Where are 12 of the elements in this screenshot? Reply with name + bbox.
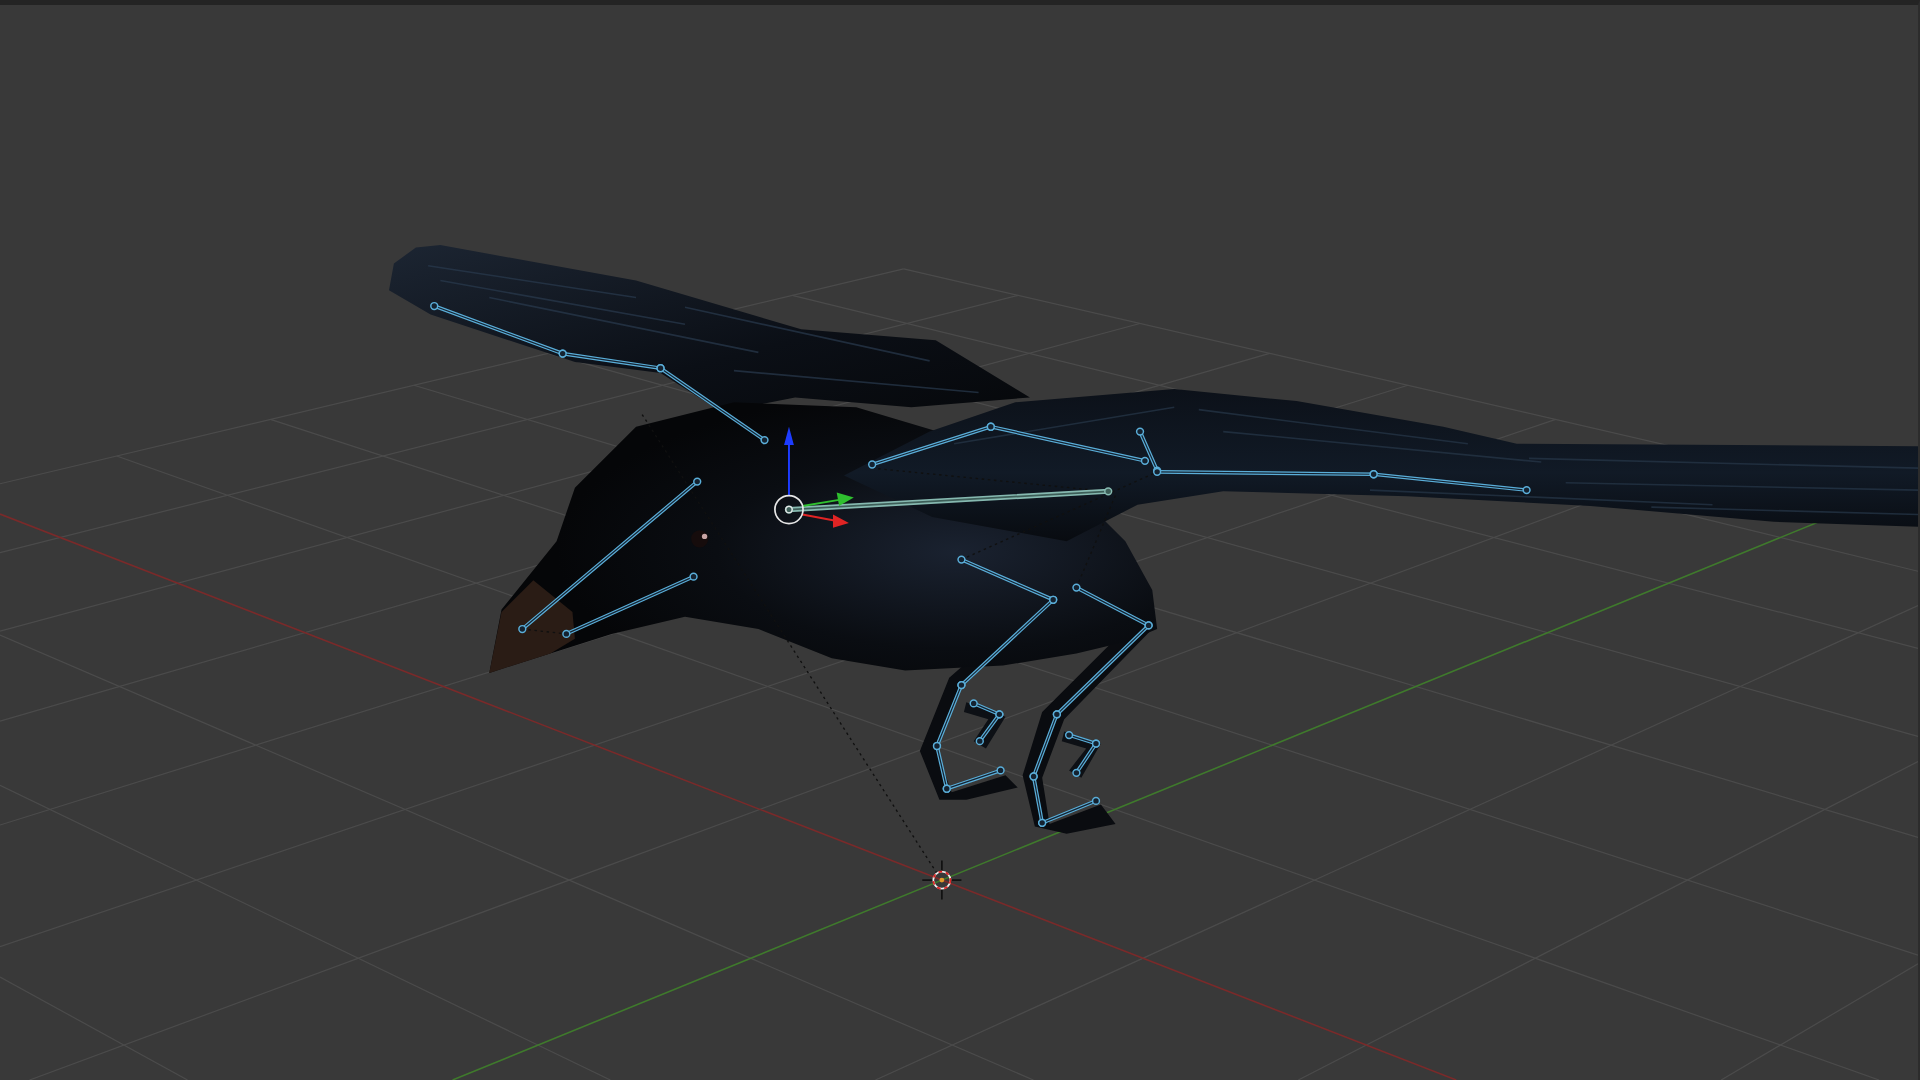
crow-eye [691, 530, 709, 548]
armature-bone[interactable] [1072, 739, 1101, 777]
armature-bone[interactable] [975, 710, 1004, 746]
move-gizmo-icon[interactable] [774, 426, 854, 528]
armature-bone[interactable] [656, 364, 769, 445]
armature-bone[interactable] [784, 487, 1113, 514]
armature-bone[interactable] [942, 766, 1005, 793]
armature-bone[interactable] [562, 572, 698, 639]
armature-bone[interactable] [986, 422, 1150, 465]
armature-bone[interactable] [518, 477, 702, 634]
armature-bone[interactable] [1038, 796, 1101, 827]
armature-bone[interactable] [1369, 470, 1531, 495]
